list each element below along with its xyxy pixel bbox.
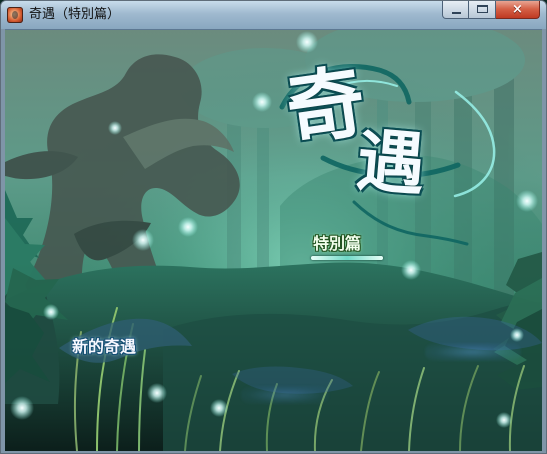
- subtitle-special-edition: 特別篇: [313, 234, 362, 253]
- title-bar[interactable]: 奇遇（特別篇） ×: [1, 1, 546, 30]
- window-title: 奇遇（特別篇）: [29, 7, 121, 22]
- logo-char-yu: 遇: [353, 120, 429, 206]
- maximize-button[interactable]: [469, 1, 496, 19]
- close-icon: ×: [512, 2, 523, 17]
- game-viewport[interactable]: 奇 遇 特別篇 新的奇遇: [5, 30, 542, 451]
- game-window: 奇遇（特別篇） × 奇 遇 特別篇 新的奇遇: [0, 0, 547, 454]
- new-game-option[interactable]: 新的奇遇: [72, 339, 136, 355]
- window-controls: ×: [442, 1, 540, 21]
- maximize-icon: [477, 5, 488, 13]
- minimize-icon: [452, 12, 461, 14]
- window-border-right: [542, 29, 546, 453]
- close-button[interactable]: ×: [496, 1, 540, 19]
- game-logo: 奇 遇: [279, 56, 477, 232]
- subtitle-underline: [311, 256, 383, 260]
- faded-menu-option: [425, 343, 521, 361]
- logo-char-qi: 奇: [280, 56, 371, 157]
- faded-menu-option-2: [241, 386, 329, 404]
- app-icon: [7, 7, 23, 23]
- minimize-button[interactable]: [442, 1, 469, 19]
